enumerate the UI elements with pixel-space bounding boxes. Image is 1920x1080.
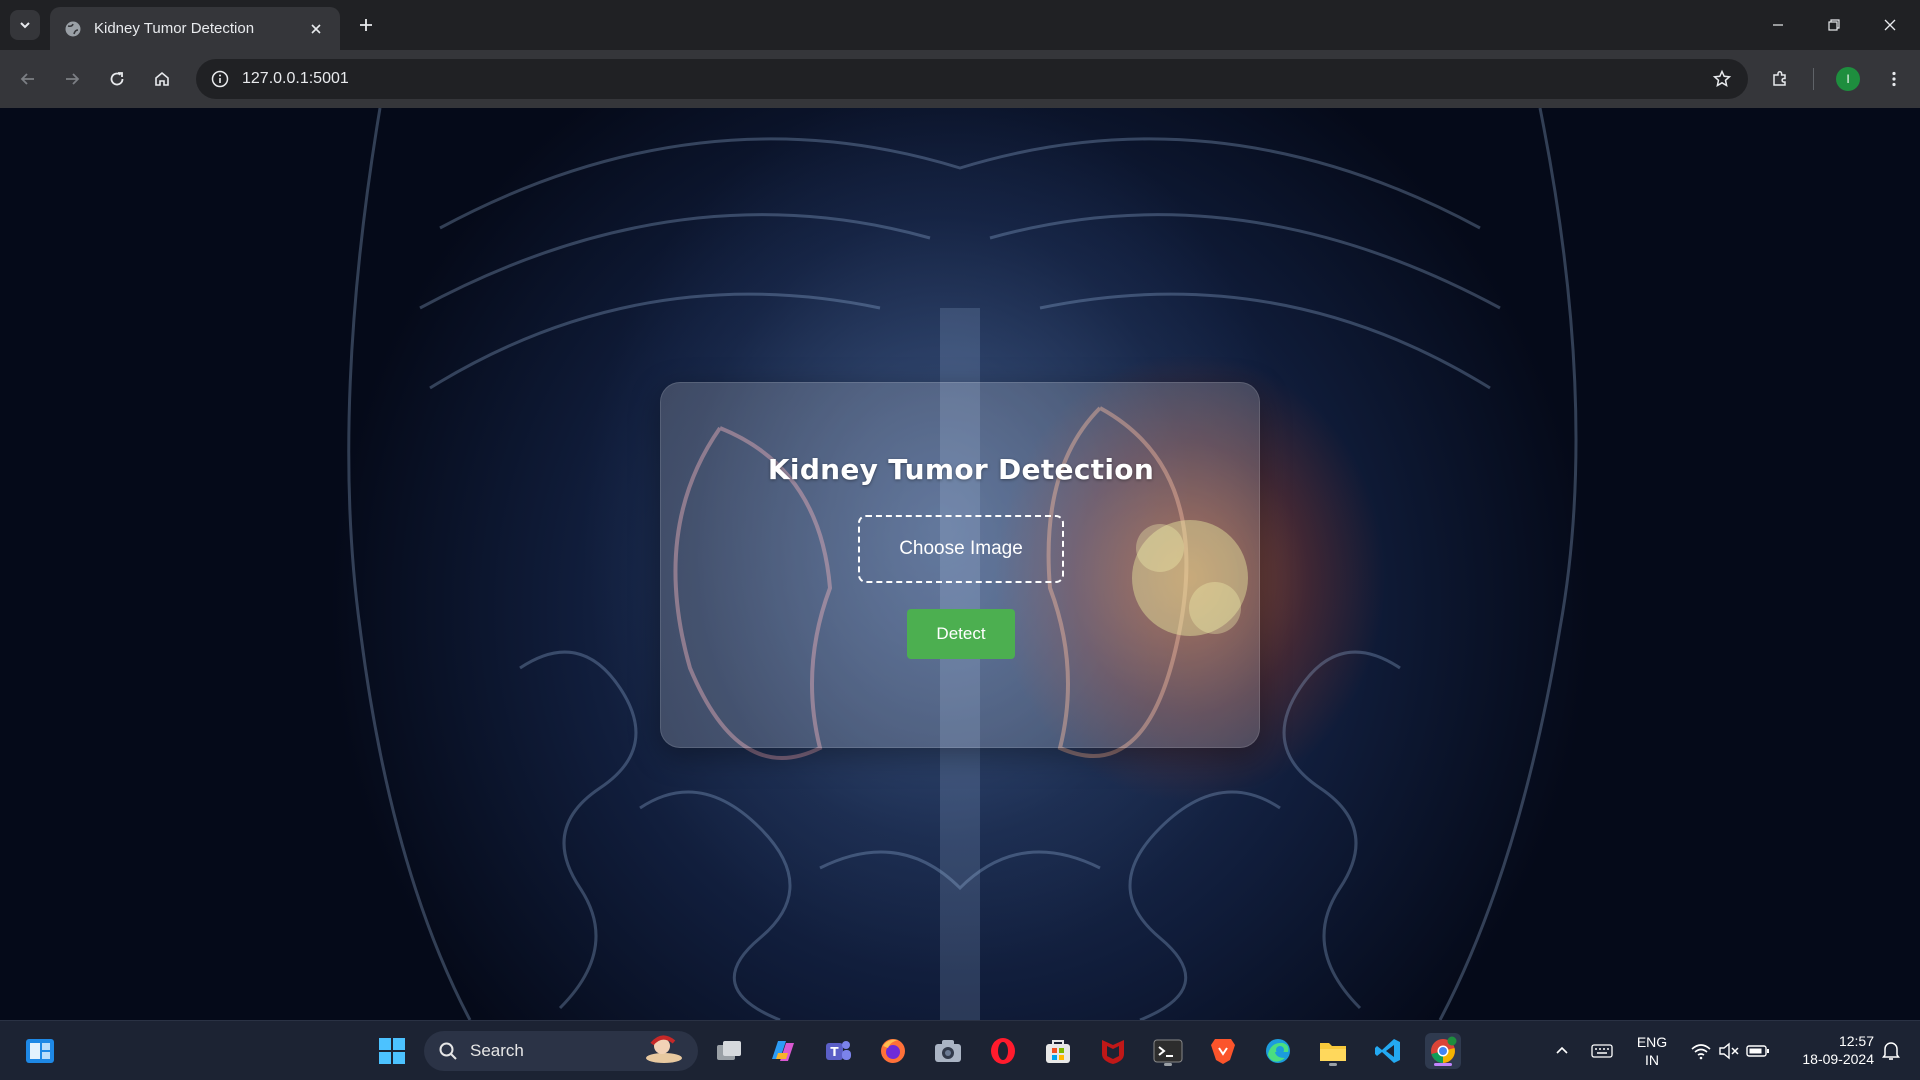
opera-icon [991,1038,1015,1064]
notifications-button[interactable] [1876,1033,1906,1069]
taskbar-camera[interactable] [930,1033,966,1069]
taskbar-opera[interactable] [985,1033,1021,1069]
chevron-up-icon [1556,1046,1568,1054]
browser-tab-bar: Kidney Tumor Detection [0,0,1920,50]
svg-text:T: T [830,1045,839,1059]
back-button[interactable] [12,63,44,95]
task-view-icon [717,1041,741,1060]
tab-title: Kidney Tumor Detection [94,20,255,37]
keyboard-icon [1591,1044,1613,1058]
teams-icon: T [826,1041,851,1060]
search-highlight-icon [642,1034,684,1069]
input-language-indicator[interactable]: ENG IN [1626,1033,1678,1069]
search-icon [439,1042,457,1060]
clock-date: 18-09-2024 [1802,1051,1874,1067]
home-button[interactable] [146,63,178,95]
choose-image-label: Choose Image [899,538,1023,559]
taskbar-mcafee[interactable] [1095,1033,1131,1069]
choose-image-button[interactable]: Choose Image [858,515,1064,583]
taskbar-copilot[interactable] [765,1033,801,1069]
taskbar-chrome[interactable] [1425,1033,1461,1069]
url-text: 127.0.0.1:5001 [242,70,349,87]
chevron-down-icon [20,22,30,29]
arrow-left-icon [20,73,34,85]
minimize-icon [1773,24,1783,26]
taskbar-terminal[interactable] [1150,1033,1186,1069]
detect-button[interactable]: Detect [907,609,1015,659]
browser-menu-button[interactable] [1878,63,1910,95]
running-indicator [1329,1063,1337,1066]
close-tab-icon[interactable] [306,19,326,39]
address-bar[interactable]: 127.0.0.1:5001 [196,59,1748,99]
taskbar-teams[interactable]: T [820,1033,856,1069]
search-label: Search [470,1041,524,1060]
copilot-icon [772,1041,794,1061]
vscode-icon [1375,1039,1400,1063]
widgets-icon [26,1039,54,1063]
detect-label: Detect [936,624,986,643]
restore-icon [1828,19,1840,31]
taskbar-brave[interactable] [1205,1033,1241,1069]
profile-avatar[interactable]: I [1836,67,1860,91]
taskbar-search[interactable]: Search [424,1031,698,1071]
taskbar-microsoft-store[interactable] [1040,1033,1076,1069]
language-label: ENG [1636,1034,1668,1050]
arrow-right-icon [66,73,80,85]
volume-muted-icon [1719,1042,1739,1060]
region-label: IN [1645,1052,1659,1068]
browser-tab[interactable]: Kidney Tumor Detection [50,7,340,50]
home-icon [155,71,169,86]
running-indicator-active [1434,1063,1452,1066]
close-icon [1884,19,1896,31]
camera-icon [935,1040,961,1062]
start-button[interactable] [374,1033,410,1069]
running-indicator [1164,1063,1172,1066]
page-title: Kidney Tumor Detection [767,453,1155,486]
start-icon [379,1038,405,1064]
upload-card: Kidney Tumor Detection Choose Image Dete… [660,382,1260,748]
wifi-icon [1691,1044,1711,1060]
puzzle-icon [1773,70,1786,86]
touch-keyboard-button[interactable] [1584,1033,1620,1069]
taskbar-file-explorer[interactable] [1315,1033,1351,1069]
chrome-icon [1431,1036,1457,1063]
taskbar-vscode[interactable] [1370,1033,1406,1069]
windows-taskbar: Search T ENG IN 12:57 18-09-2024 [0,1020,1920,1080]
forward-button[interactable] [56,63,88,95]
site-info-icon[interactable] [200,59,240,99]
reload-button[interactable] [101,63,133,95]
show-hidden-icons-button[interactable] [1544,1033,1580,1069]
browser-toolbar: 127.0.0.1:5001 I [0,50,1920,108]
notification-bell-icon [1882,1042,1900,1060]
terminal-icon [1153,1039,1183,1063]
page-viewport: Kidney Tumor Detection Choose Image Dete… [0,108,1920,1020]
clock-button[interactable]: 12:57 18-09-2024 [1782,1032,1874,1068]
new-tab-button[interactable] [352,11,380,39]
taskbar-firefox[interactable] [875,1033,911,1069]
extensions-button[interactable] [1764,63,1796,95]
more-vertical-icon [1892,71,1896,87]
close-window-button[interactable] [1862,0,1918,50]
brave-icon [1211,1039,1235,1064]
taskbar-edge[interactable] [1260,1033,1296,1069]
quick-settings-button[interactable] [1680,1033,1780,1069]
battery-icon [1746,1045,1769,1057]
toolbar-separator [1813,68,1814,90]
microsoft-store-icon [1046,1040,1070,1063]
minimize-button[interactable] [1750,0,1806,50]
globe-icon [64,20,82,38]
taskbar-task-view[interactable] [711,1033,747,1069]
clock-time: 12:57 [1838,1033,1874,1049]
tab-search-button[interactable] [10,10,40,40]
mcafee-icon [1102,1040,1124,1064]
plus-icon [360,19,372,31]
reload-icon [110,72,124,86]
widgets-button[interactable] [22,1033,58,1069]
firefox-icon [881,1039,905,1063]
edge-icon [1266,1039,1290,1063]
file-explorer-icon [1320,1043,1346,1061]
restore-button[interactable] [1806,0,1862,50]
bookmark-star-icon[interactable] [1704,61,1740,97]
